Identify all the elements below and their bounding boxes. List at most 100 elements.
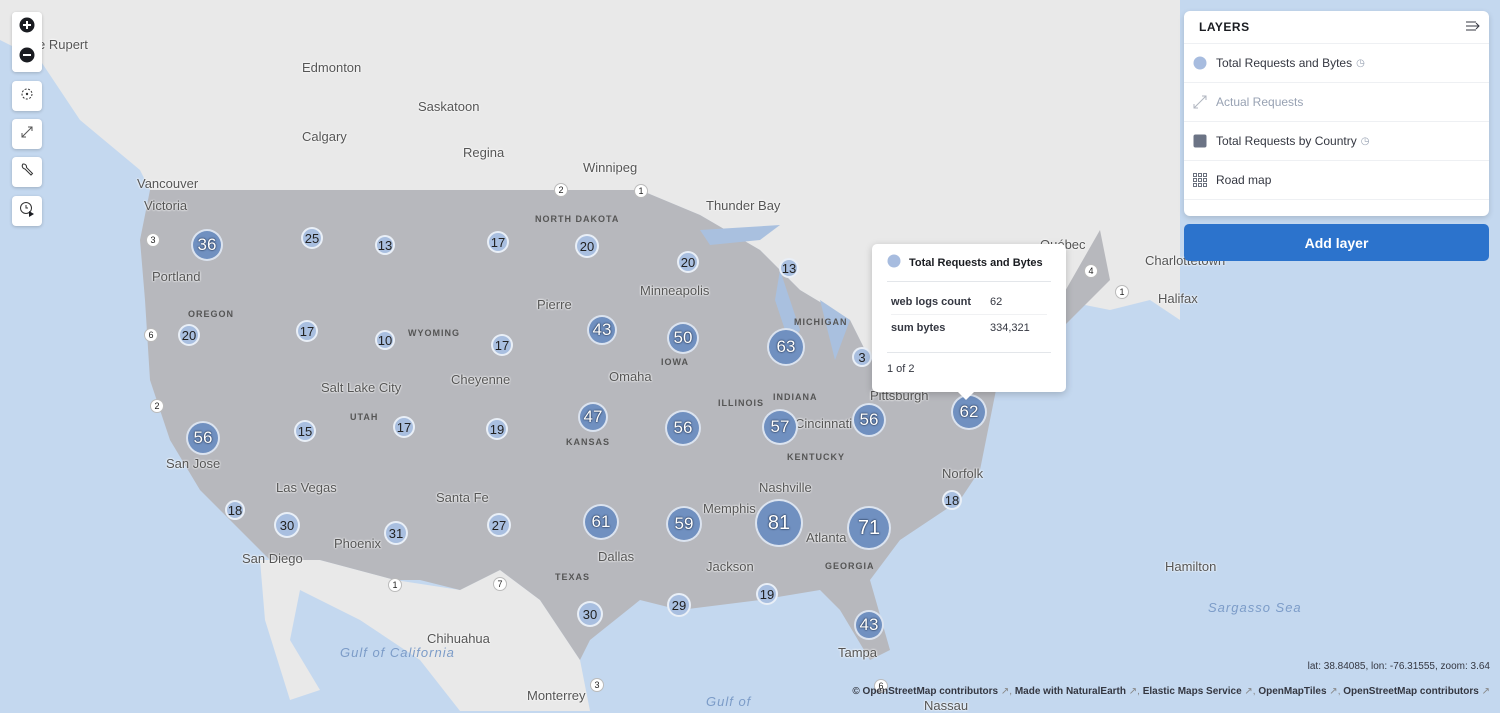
cluster-count: 10	[377, 332, 393, 348]
cluster-marker[interactable]: 36	[191, 229, 223, 261]
cluster-count: 1	[1119, 287, 1125, 297]
city-label: Victoria	[144, 198, 188, 213]
feature-tooltip: Total Requests and Bytes web logs count 6…	[872, 244, 1066, 400]
layer-item-actual-requests[interactable]: Actual Requests	[1184, 82, 1489, 121]
layer-item-road-map[interactable]: Road map	[1184, 160, 1489, 199]
cluster-marker[interactable]: 17	[491, 334, 513, 356]
cluster-count: 7	[497, 579, 503, 589]
city-label: Calgary	[302, 129, 347, 144]
cluster-marker[interactable]: 71	[847, 506, 891, 550]
cluster-marker[interactable]: 2	[554, 183, 568, 197]
cluster-marker[interactable]: 27	[487, 513, 511, 537]
tooltip-pager[interactable]: 1 of 2	[887, 352, 1051, 375]
cluster-count: 43	[859, 615, 879, 634]
cluster-marker[interactable]: 3	[146, 233, 160, 247]
circle-icon	[887, 254, 901, 271]
cluster-marker[interactable]: 13	[375, 235, 395, 255]
cluster-marker[interactable]: 1	[388, 578, 402, 592]
state-label: ILLINOIS	[718, 398, 764, 408]
cluster-count: 18	[944, 492, 960, 508]
circle-icon	[1193, 56, 1207, 70]
cluster-count: 20	[680, 254, 696, 270]
attribution-link[interactable]: Made with NaturalEarth	[1015, 686, 1126, 697]
cluster-marker[interactable]: 19	[486, 418, 508, 440]
cluster-marker[interactable]: 17	[487, 231, 509, 253]
cluster-marker[interactable]: 2	[150, 399, 164, 413]
tools-button[interactable]	[12, 157, 42, 187]
city-label: Jackson	[706, 559, 754, 574]
cluster-count: 2	[558, 185, 564, 195]
cluster-marker[interactable]: 63	[767, 328, 805, 366]
cluster-marker[interactable]: 18	[942, 490, 962, 510]
cluster-marker[interactable]: 3	[590, 678, 604, 692]
tooltip-value: 62	[990, 296, 1003, 308]
cluster-marker[interactable]: 81	[755, 499, 803, 547]
cluster-marker[interactable]: 43	[587, 315, 617, 345]
cluster-count: 63	[776, 337, 796, 356]
zoom-controls	[12, 12, 42, 72]
cluster-marker[interactable]: 25	[301, 227, 323, 249]
cluster-marker[interactable]: 10	[375, 330, 395, 350]
cluster-marker[interactable]: 3	[852, 347, 872, 367]
state-label: KANSAS	[566, 437, 611, 447]
cluster-marker[interactable]: 6	[144, 328, 158, 342]
timeslider-button[interactable]	[12, 196, 42, 226]
city-label: Chihuahua	[427, 631, 490, 646]
cluster-marker[interactable]: 30	[274, 512, 300, 538]
cluster-marker[interactable]: 4	[1084, 264, 1098, 278]
cluster-count: 62	[959, 402, 979, 421]
cluster-marker[interactable]: 20	[178, 324, 200, 346]
cluster-count: 19	[759, 586, 775, 602]
mouse-coordinates: lat: 38.84085, lon: -76.31555, zoom: 3.6…	[1308, 661, 1490, 672]
cluster-marker[interactable]: 1	[634, 184, 648, 198]
cluster-count: 3	[150, 235, 156, 245]
cluster-marker[interactable]: 43	[854, 610, 884, 640]
city-label: Santa Fe	[436, 490, 489, 505]
cluster-marker[interactable]: 56	[852, 403, 886, 437]
cluster-marker[interactable]: 20	[677, 251, 699, 273]
add-layer-button[interactable]: Add layer	[1184, 224, 1489, 261]
cluster-marker[interactable]: 13	[779, 258, 799, 278]
cluster-marker[interactable]: 17	[393, 416, 415, 438]
attribution-link[interactable]: © OpenStreetMap contributors	[852, 686, 998, 697]
cluster-count: 71	[857, 516, 881, 539]
cluster-marker[interactable]: 1	[1115, 285, 1129, 299]
cluster-marker[interactable]: 56	[665, 410, 701, 446]
fit-to-data-button[interactable]	[12, 119, 42, 149]
cluster-marker[interactable]: 15	[294, 420, 316, 442]
cluster-marker[interactable]: 59	[666, 506, 702, 542]
cluster-marker[interactable]: 17	[296, 320, 318, 342]
cluster-count: 47	[583, 407, 603, 426]
tooltip-layer-name: Total Requests and Bytes	[909, 256, 1043, 269]
cluster-marker[interactable]: 7	[493, 577, 507, 591]
zoom-out-button[interactable]	[12, 42, 42, 72]
cluster-marker[interactable]: 19	[756, 583, 778, 605]
attribution-link[interactable]: Elastic Maps Service	[1143, 686, 1242, 697]
cluster-marker[interactable]: 30	[577, 601, 603, 627]
city-label: Las Vegas	[276, 480, 337, 495]
city-label: Atlanta	[806, 530, 847, 545]
layer-item-total-requests-by-country[interactable]: Total Requests by Country ◷	[1184, 121, 1489, 160]
collapse-panel-icon[interactable]	[1465, 20, 1481, 35]
cluster-marker[interactable]: 50	[667, 322, 699, 354]
city-label: Memphis	[703, 501, 756, 516]
cluster-marker[interactable]: 29	[667, 593, 691, 617]
set-view-button[interactable]	[12, 81, 42, 111]
external-link-icon: ↗,	[1241, 686, 1259, 697]
cluster-marker[interactable]: 47	[578, 402, 608, 432]
attribution-link[interactable]: OpenStreetMap contributors	[1343, 686, 1479, 697]
layer-item-total-requests-and-bytes[interactable]: Total Requests and Bytes ◷	[1184, 43, 1489, 82]
attribution-link[interactable]: OpenMapTiles	[1258, 686, 1326, 697]
cluster-marker[interactable]: 57	[762, 409, 798, 445]
cluster-marker[interactable]: 61	[583, 504, 619, 540]
zoom-in-button[interactable]	[12, 12, 42, 42]
cluster-count: 2	[154, 401, 160, 411]
cluster-marker[interactable]: 20	[575, 234, 599, 258]
state-label: TEXAS	[555, 572, 591, 582]
cluster-count: 6	[148, 330, 154, 340]
cluster-marker[interactable]: 56	[186, 421, 220, 455]
cluster-marker[interactable]: 18	[225, 500, 245, 520]
cluster-marker[interactable]: 31	[384, 521, 408, 545]
cluster-count: 56	[193, 428, 213, 447]
external-link-icon: ↗	[1478, 686, 1490, 697]
